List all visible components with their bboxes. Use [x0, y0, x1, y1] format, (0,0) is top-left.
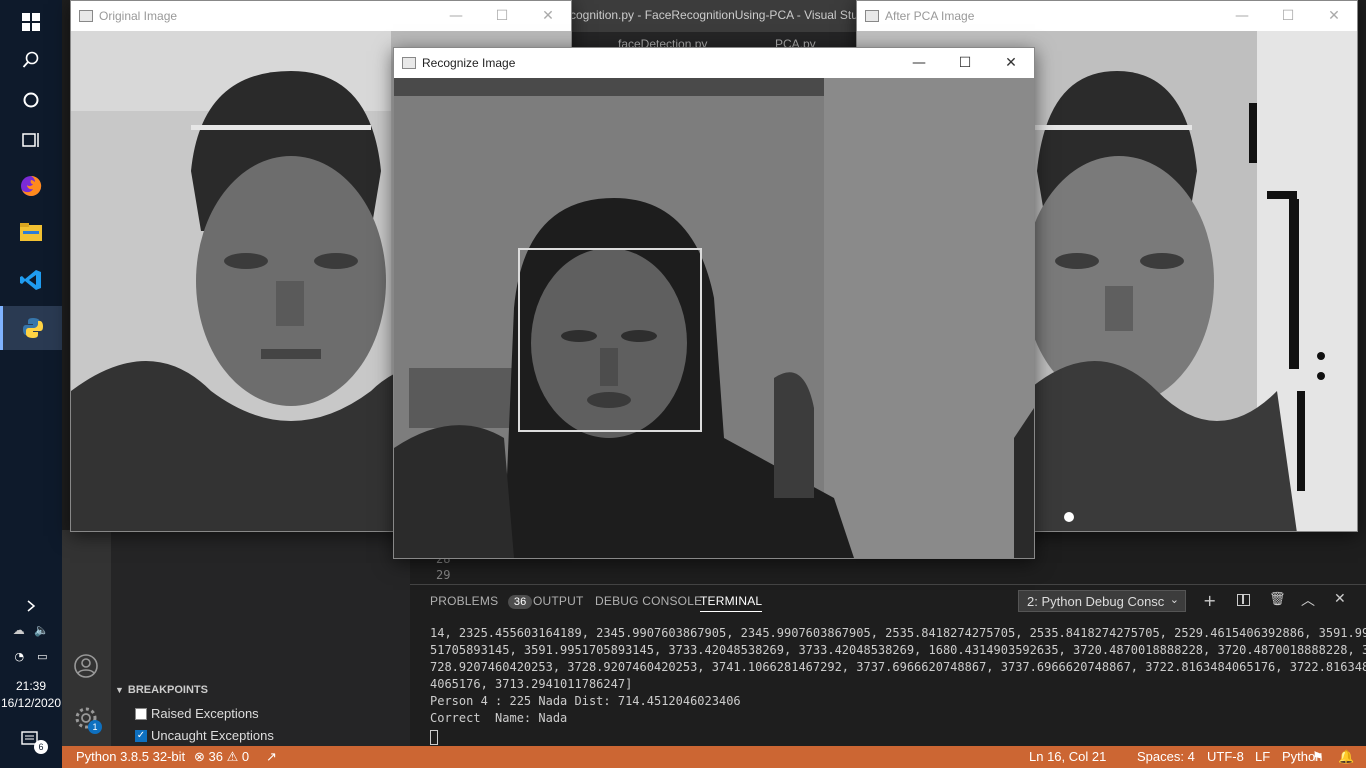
- firefox-icon[interactable]: [0, 164, 62, 208]
- terminal-select-value: 2: Python Debug Consc: [1027, 594, 1165, 609]
- terminal-select[interactable]: 2: Python Debug Consc ⌄: [1018, 590, 1186, 612]
- live-share-icon[interactable]: ↗: [266, 749, 277, 765]
- search-icon[interactable]: [0, 38, 62, 82]
- python-interpreter[interactable]: Python 3.8.5 32-bit: [76, 749, 185, 764]
- terminal-line: 4065176, 3713.2941011786247]: [430, 677, 633, 691]
- original-window-title: Original Image: [99, 9, 178, 23]
- problems-count-badge: 36: [507, 595, 533, 609]
- after-pca-window-titlebar[interactable]: After PCA Image — ☐ ✕: [857, 1, 1357, 31]
- original-window-titlebar[interactable]: Original Image — ☐ ✕: [71, 1, 571, 31]
- settings-badge: 1: [88, 720, 102, 734]
- breakpoints-header[interactable]: ▼ BREAKPOINTS: [115, 684, 208, 696]
- terminal-line: 14, 2325.455603164189, 2345.990760386790…: [430, 626, 1366, 640]
- tray-icons-2: ◔ ▭: [0, 636, 62, 676]
- line-number: 29: [436, 568, 451, 582]
- maximize-button[interactable]: ☐: [479, 1, 525, 31]
- vscode-sidebar: ▼ BREAKPOINTS Raised Exceptions ✓ Uncaugh…: [111, 530, 410, 746]
- bell-icon[interactable]: 🔔: [1338, 749, 1354, 765]
- close-button[interactable]: ✕: [988, 48, 1034, 78]
- breakpoints-title: BREAKPOINTS: [127, 684, 208, 696]
- trash-icon[interactable]: 🗑: [1269, 592, 1286, 607]
- tab-terminal[interactable]: TERMINAL: [700, 594, 763, 612]
- feedback-icon[interactable]: ⚑: [1312, 749, 1324, 765]
- end-of-line[interactable]: LF: [1255, 749, 1270, 764]
- error-icon: ⊗: [194, 749, 205, 764]
- encoding[interactable]: UTF-8: [1207, 749, 1244, 764]
- new-terminal-icon[interactable]: +: [1203, 591, 1216, 610]
- settings-gear-icon[interactable]: 1: [74, 706, 102, 734]
- checkbox-checked[interactable]: ✓: [135, 729, 147, 742]
- after-pca-window-title: After PCA Image: [885, 9, 975, 23]
- volume-icon[interactable]: 🔈: [34, 623, 49, 637]
- window-app-icon: [865, 10, 879, 22]
- problems-status[interactable]: ⊗ 36 ⚠ 0: [194, 749, 249, 765]
- terminal-line: 51705893145, 3591.9951705893145, 3733.42…: [430, 643, 1366, 657]
- minimize-button[interactable]: —: [1219, 1, 1265, 31]
- breakpoint-label: Uncaught Exceptions: [151, 728, 274, 743]
- battery-icon[interactable]: ▭: [37, 650, 47, 663]
- vscode-panel: PROBLEMS 36 OUTPUT DEBUG CONSOLE TERMINA…: [410, 584, 1366, 746]
- cursor-position[interactable]: Ln 16, Col 21: [1029, 749, 1106, 764]
- breakpoint-raised-exceptions[interactable]: Raised Exceptions: [135, 706, 259, 721]
- terminal-cursor[interactable]: [430, 730, 438, 745]
- breakpoint-uncaught-exceptions[interactable]: ✓ Uncaught Exceptions: [135, 728, 274, 743]
- recognize-camera-image: [394, 78, 1034, 558]
- notification-count-badge: 6: [34, 740, 48, 754]
- warning-count: 0: [241, 749, 250, 764]
- window-app-icon: [402, 57, 416, 69]
- recognize-window-title: Recognize Image: [422, 56, 516, 70]
- indentation[interactable]: Spaces: 4: [1137, 749, 1195, 764]
- recognize-window-titlebar[interactable]: Recognize Image — ☐ ✕: [394, 48, 1034, 78]
- minimize-button[interactable]: —: [896, 48, 942, 78]
- windows-taskbar: ☁ 🔈 ◔ ▭ 21:39 16/12/2020 6: [0, 0, 62, 768]
- clock-time[interactable]: 21:39: [0, 678, 62, 695]
- chevron-down-icon: ▼: [115, 685, 124, 695]
- close-button[interactable]: ✕: [525, 1, 571, 31]
- wifi-icon[interactable]: ◔: [14, 650, 24, 663]
- maximize-button[interactable]: ☐: [1265, 1, 1311, 31]
- close-button[interactable]: ✕: [1311, 1, 1357, 31]
- python-icon[interactable]: [0, 306, 62, 350]
- vscode-titlebar: cognition.py - FaceRecognitionUsing-PCA …: [560, 0, 860, 32]
- vscode-title: cognition.py - FaceRecognitionUsing-PCA …: [570, 8, 858, 22]
- tab-output[interactable]: OUTPUT: [533, 594, 584, 608]
- warning-icon: ⚠: [226, 749, 239, 764]
- file-explorer-icon[interactable]: [0, 210, 62, 254]
- status-bar: Python 3.8.5 32-bit ⊗ 36 ⚠ 0 ↗ Ln 16, Co…: [62, 746, 1366, 768]
- chevron-down-icon: ⌄: [1169, 594, 1179, 606]
- terminal-line: Person 4 : 225 Nada Dist: 714.4512046023…: [430, 694, 741, 708]
- split-terminal-icon[interactable]: [1237, 594, 1250, 606]
- recognize-image-window[interactable]: Recognize Image — ☐ ✕: [393, 47, 1035, 559]
- task-view-icon[interactable]: [0, 118, 62, 162]
- overview-ruler-markers: [1362, 530, 1366, 584]
- breakpoint-label: Raised Exceptions: [151, 706, 259, 721]
- vscode-tabs-strip: faceDetection.py PCA.py: [570, 32, 860, 48]
- tab-problems[interactable]: PROBLEMS 36: [430, 594, 533, 609]
- terminal-line: Correct Name: Nada: [430, 711, 568, 725]
- window-app-icon: [79, 10, 93, 22]
- accounts-icon[interactable]: [74, 654, 98, 682]
- maximize-button[interactable]: ☐: [942, 48, 988, 78]
- onedrive-icon[interactable]: ☁: [13, 623, 25, 637]
- error-count: 36: [208, 749, 223, 764]
- checkbox-unchecked[interactable]: [135, 707, 147, 720]
- vscode-activity-bar: 1: [62, 530, 111, 746]
- vscode-icon[interactable]: [0, 258, 62, 302]
- tab-debug-console[interactable]: DEBUG CONSOLE: [595, 594, 702, 608]
- terminal-line: 728.9207460420253, 3728.9207460420253, 3…: [430, 660, 1366, 674]
- notification-center-icon[interactable]: 6: [0, 718, 62, 762]
- clock-date[interactable]: 16/12/2020: [0, 695, 62, 712]
- close-panel-icon[interactable]: ✕: [1334, 591, 1346, 607]
- cortana-icon[interactable]: [0, 78, 62, 122]
- maximize-panel-icon[interactable]: ︿: [1301, 590, 1315, 610]
- minimize-button[interactable]: —: [433, 1, 479, 31]
